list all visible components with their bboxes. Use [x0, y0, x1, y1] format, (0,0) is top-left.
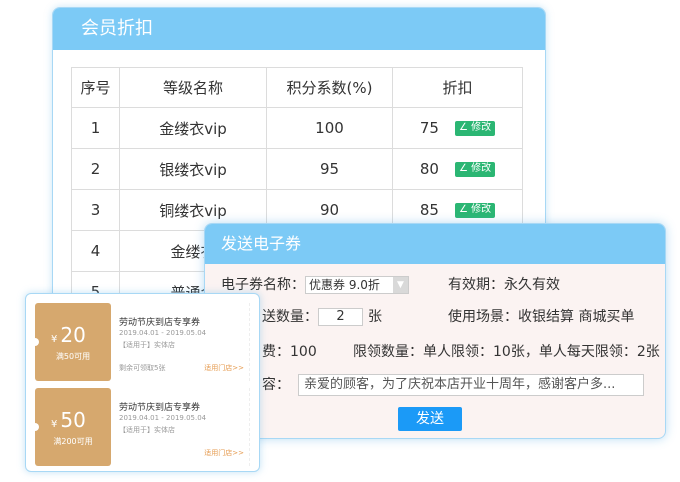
- applicable-stores-link[interactable]: 适用门店>>: [204, 448, 244, 458]
- applicable-stores-link[interactable]: 适用门店>>: [204, 363, 244, 373]
- coupon-title: 劳动节庆到店专享券: [119, 318, 201, 328]
- table-row: 1 金缕衣vip 100 75 ∠ 修改: [71, 107, 523, 149]
- edit-label: 修改: [471, 163, 492, 174]
- cell-no: 3: [71, 189, 120, 231]
- member-panel-title: 会员折扣: [53, 8, 545, 50]
- card-notch: [31, 423, 39, 431]
- cell-no: 2: [71, 148, 120, 190]
- dialog-title: 发送电子券: [205, 224, 665, 264]
- message-row: 容： 亲爱的顾客，为了庆祝本店开业十周年，感谢客户多...: [262, 374, 644, 396]
- coupon-type-select[interactable]: 优惠券 9.0折 ▼: [305, 276, 409, 294]
- discount-value: 85: [419, 201, 439, 219]
- coupon-amount: 20: [60, 323, 86, 347]
- coupon-date-range: 2019.04.01 - 2019.05.04: [119, 414, 207, 422]
- coupon-name-row: 电子券名称： 优惠券 9.0折 ▼: [221, 274, 409, 294]
- column-header-points-coef: 积分系数(%): [266, 67, 393, 108]
- validity-text: 有效期：永久有效: [448, 277, 560, 293]
- edit-button[interactable]: ∠ 修改: [454, 162, 496, 177]
- coupon-date-range: 2019.04.01 - 2019.05.04: [119, 329, 207, 337]
- quantity-row: 送数量： 2 张: [262, 306, 382, 326]
- column-header-no: 序号: [71, 67, 120, 108]
- cell-discount: 75 ∠ 修改: [392, 107, 523, 149]
- yen-symbol: ¥: [51, 419, 58, 430]
- table-header-row: 序号 等级名称 积分系数(%) 折扣: [71, 67, 523, 108]
- chevron-down-icon: ▼: [393, 277, 408, 293]
- coupon-scope: 【适用于】实体店: [119, 426, 175, 434]
- cell-no: 1: [71, 107, 120, 149]
- edit-label: 修改: [471, 204, 492, 215]
- coupon-value-block: ¥50 满200可用: [31, 388, 111, 466]
- coupon-remaining: 剩余可领取5张: [119, 364, 166, 372]
- coupon-condition: 满200可用: [53, 437, 93, 446]
- card-notch: [31, 338, 39, 346]
- coupon-cards-panel: ¥20 满50可用 劳动节庆到店专享券 2019.04.01 - 2019.05…: [25, 293, 260, 472]
- column-header-level-name: 等级名称: [119, 67, 267, 108]
- coupon-title: 劳动节庆到店专享券: [119, 403, 201, 413]
- claim-limit-text: 限领数量：单人限领：10张，单人每天限领：2张: [353, 344, 660, 360]
- coupon-condition: 满50可用: [55, 352, 91, 361]
- edit-button[interactable]: ∠ 修改: [454, 121, 496, 136]
- table-row: 2 银缕衣vip 95 80 ∠ 修改: [71, 148, 523, 190]
- column-header-discount: 折扣: [392, 67, 523, 108]
- edit-label: 修改: [471, 122, 492, 133]
- edit-button[interactable]: ∠ 修改: [454, 203, 496, 218]
- coupon-value-block: ¥20 满50可用: [31, 303, 111, 381]
- coupon-card[interactable]: ¥50 满200可用 劳动节庆到店专享券 2019.04.01 - 2019.0…: [31, 388, 250, 466]
- coupon-amount: 50: [60, 408, 86, 432]
- quantity-unit: 张: [368, 309, 382, 325]
- quantity-input[interactable]: 2: [318, 308, 363, 326]
- discount-value: 75: [419, 119, 439, 137]
- coupon-name-label: 电子券名称：: [221, 277, 305, 293]
- coupon-info-block: 劳动节庆到店专享券 2019.04.01 - 2019.05.04 【适用于】实…: [111, 303, 250, 381]
- fee-text: 费：100: [262, 344, 317, 360]
- cell-points-coef: 95: [266, 148, 393, 190]
- cell-discount: 80 ∠ 修改: [392, 148, 523, 190]
- cell-no: 4: [71, 230, 120, 272]
- coupon-scope: 【适用于】实体店: [119, 341, 175, 349]
- coupon-info-block: 劳动节庆到店专享券 2019.04.01 - 2019.05.04 【适用于】实…: [111, 388, 250, 466]
- coupon-type-value: 优惠券 9.0折: [309, 278, 380, 292]
- quantity-label: 送数量：: [262, 309, 318, 325]
- usage-scene-text: 使用场景：收银结算 商城买单: [448, 309, 635, 325]
- message-label: 容：: [262, 377, 290, 393]
- coupon-amount-wrap: ¥20: [51, 323, 86, 347]
- send-coupon-dialog: 发送电子券 电子券名称： 优惠券 9.0折 ▼ 有效期：永久有效 送数量： 2 张 使用…: [204, 223, 666, 439]
- message-input[interactable]: 亲爱的顾客，为了庆祝本店开业十周年，感谢客户多...: [298, 374, 644, 396]
- yen-symbol: ¥: [51, 334, 58, 345]
- coupon-amount-wrap: ¥50: [51, 408, 86, 432]
- discount-value: 80: [419, 160, 439, 178]
- send-button[interactable]: 发送: [398, 407, 462, 431]
- coupon-card[interactable]: ¥20 满50可用 劳动节庆到店专享券 2019.04.01 - 2019.05…: [31, 303, 250, 381]
- cell-level-name: 金缕衣vip: [119, 107, 267, 149]
- cell-points-coef: 100: [266, 107, 393, 149]
- cell-level-name: 银缕衣vip: [119, 148, 267, 190]
